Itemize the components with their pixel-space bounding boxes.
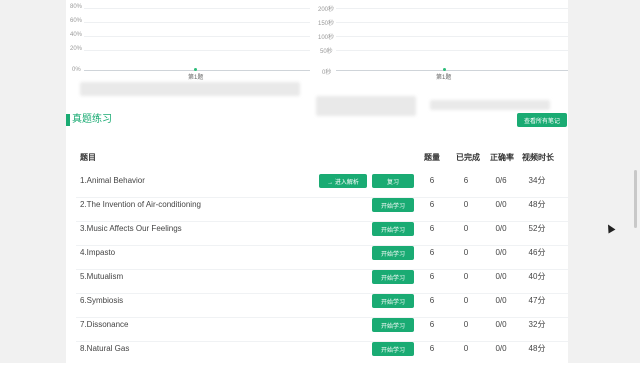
row-done: 0 [463, 200, 469, 209]
row-done: 0 [463, 320, 469, 329]
y-tick: 50秒 [320, 49, 333, 55]
row-count: 6 [429, 224, 435, 233]
row-count: 6 [429, 344, 435, 353]
view-all-notes-button[interactable]: 查看所有笔记 [517, 113, 567, 127]
row-done: 0 [463, 296, 469, 305]
row-done: 0 [463, 272, 469, 281]
row-duration: 48分 [528, 344, 546, 353]
enter-analysis-button[interactable]: → 进入解析 [319, 174, 367, 188]
row-accuracy: 0/0 [495, 200, 507, 209]
blurred-stats-panel [430, 100, 550, 110]
row-accuracy: 0/0 [495, 320, 507, 329]
row-count: 6 [429, 296, 435, 305]
row-duration: 47分 [528, 296, 546, 305]
table-row: 8.Natural Gas 开始学习 6 0 0/0 48分 [76, 342, 568, 366]
y-tick: 100秒 [318, 35, 335, 41]
row-accuracy: 0/0 [495, 296, 507, 305]
row-accuracy: 0/6 [495, 176, 507, 185]
blurred-stats-panel [316, 96, 416, 116]
grid-line [84, 22, 310, 23]
row-duration: 40分 [528, 272, 546, 281]
header-title: 题目 [80, 153, 96, 162]
y-tick: 0秒 [322, 70, 332, 76]
page-scrollbar[interactable] [634, 170, 637, 228]
grid-line [336, 8, 568, 9]
row-duration: 48分 [528, 200, 546, 209]
x-axis [84, 70, 310, 71]
row-accuracy: 0/0 [495, 224, 507, 233]
left-background [0, 0, 66, 363]
y-tick: 40% [70, 32, 83, 38]
row-done: 0 [463, 224, 469, 233]
start-learning-button[interactable]: 开始学习 [372, 318, 414, 332]
row-count: 6 [429, 200, 435, 209]
row-accuracy: 0/0 [495, 344, 507, 353]
y-tick: 60% [70, 18, 83, 24]
grid-line [84, 50, 310, 51]
row-count: 6 [429, 320, 435, 329]
table-row: 6.Symbiosis 开始学习 6 0 0/0 47分 [76, 294, 568, 318]
start-learning-button[interactable]: 开始学习 [372, 222, 414, 236]
row-title: 6.Symbiosis [80, 296, 124, 305]
table-row: 2.The Invention of Air-conditioning 开始学习… [76, 198, 568, 222]
row-duration: 34分 [528, 176, 546, 185]
data-point [443, 68, 446, 71]
header-done: 已完成 [456, 153, 480, 162]
row-accuracy: 0/0 [495, 272, 507, 281]
x-category: 第1题 [436, 75, 452, 81]
table-row: 7.Dissonance 开始学习 6 0 0/0 32分 [76, 318, 568, 342]
row-duration: 32分 [528, 320, 546, 329]
review-button[interactable]: 复习 [372, 174, 414, 188]
start-learning-button[interactable]: 开始学习 [372, 246, 414, 260]
row-duration: 46分 [528, 248, 546, 257]
y-tick: 80% [70, 4, 83, 10]
row-title: 3.Music Affects Our Feelings [80, 224, 182, 233]
row-done: 0 [463, 344, 469, 353]
y-tick: 20% [70, 46, 83, 52]
row-done: 0 [463, 248, 469, 257]
row-count: 6 [429, 248, 435, 257]
row-title: 4.Impasto [80, 248, 116, 257]
start-learning-button[interactable]: 开始学习 [372, 294, 414, 308]
table-row: 3.Music Affects Our Feelings 开始学习 6 0 0/… [76, 222, 568, 246]
row-title: 1.Animal Behavior [80, 176, 145, 185]
x-axis [336, 70, 568, 71]
blurred-stats-panel [80, 82, 300, 96]
header-count: 题量 [424, 153, 440, 162]
y-tick: 150秒 [318, 21, 335, 27]
row-count: 6 [429, 176, 435, 185]
table-row: 1.Animal Behavior → 进入解析 复习 6 6 0/6 34分 [76, 174, 568, 198]
grid-line [336, 22, 568, 23]
header-accuracy: 正确率 [490, 153, 514, 162]
x-category: 第1题 [188, 75, 204, 81]
start-learning-button[interactable]: 开始学习 [372, 270, 414, 284]
grid-line [84, 8, 310, 9]
row-title: 7.Dissonance [80, 320, 129, 329]
time-chart: 200秒 150秒 100秒 50秒 0秒 第1题 [314, 4, 568, 81]
row-title: 5.Mutualism [80, 272, 124, 281]
row-done: 6 [463, 176, 469, 185]
row-duration: 52分 [528, 224, 546, 233]
section-accent-bar [66, 114, 70, 126]
table-row: 5.Mutualism 开始学习 6 0 0/0 40分 [76, 270, 568, 294]
start-learning-button[interactable]: 开始学习 [372, 198, 414, 212]
row-accuracy: 0/0 [495, 248, 507, 257]
header-duration: 视频时长 [522, 153, 554, 162]
accuracy-chart: 80% 60% 40% 20% 0% 第1题 [66, 4, 310, 81]
y-tick: 200秒 [318, 7, 335, 13]
data-point [194, 68, 197, 71]
row-title: 2.The Invention of Air-conditioning [80, 200, 201, 209]
start-learning-button[interactable]: 开始学习 [372, 342, 414, 356]
row-count: 6 [429, 272, 435, 281]
table-row: 4.Impasto 开始学习 6 0 0/0 46分 [76, 246, 568, 270]
grid-line [84, 36, 310, 37]
row-title: 8.Natural Gas [80, 344, 130, 353]
y-tick: 0% [72, 67, 81, 73]
grid-line [336, 50, 568, 51]
section-title: 真题练习 [72, 114, 112, 125]
right-background [568, 0, 640, 363]
grid-line [336, 36, 568, 37]
